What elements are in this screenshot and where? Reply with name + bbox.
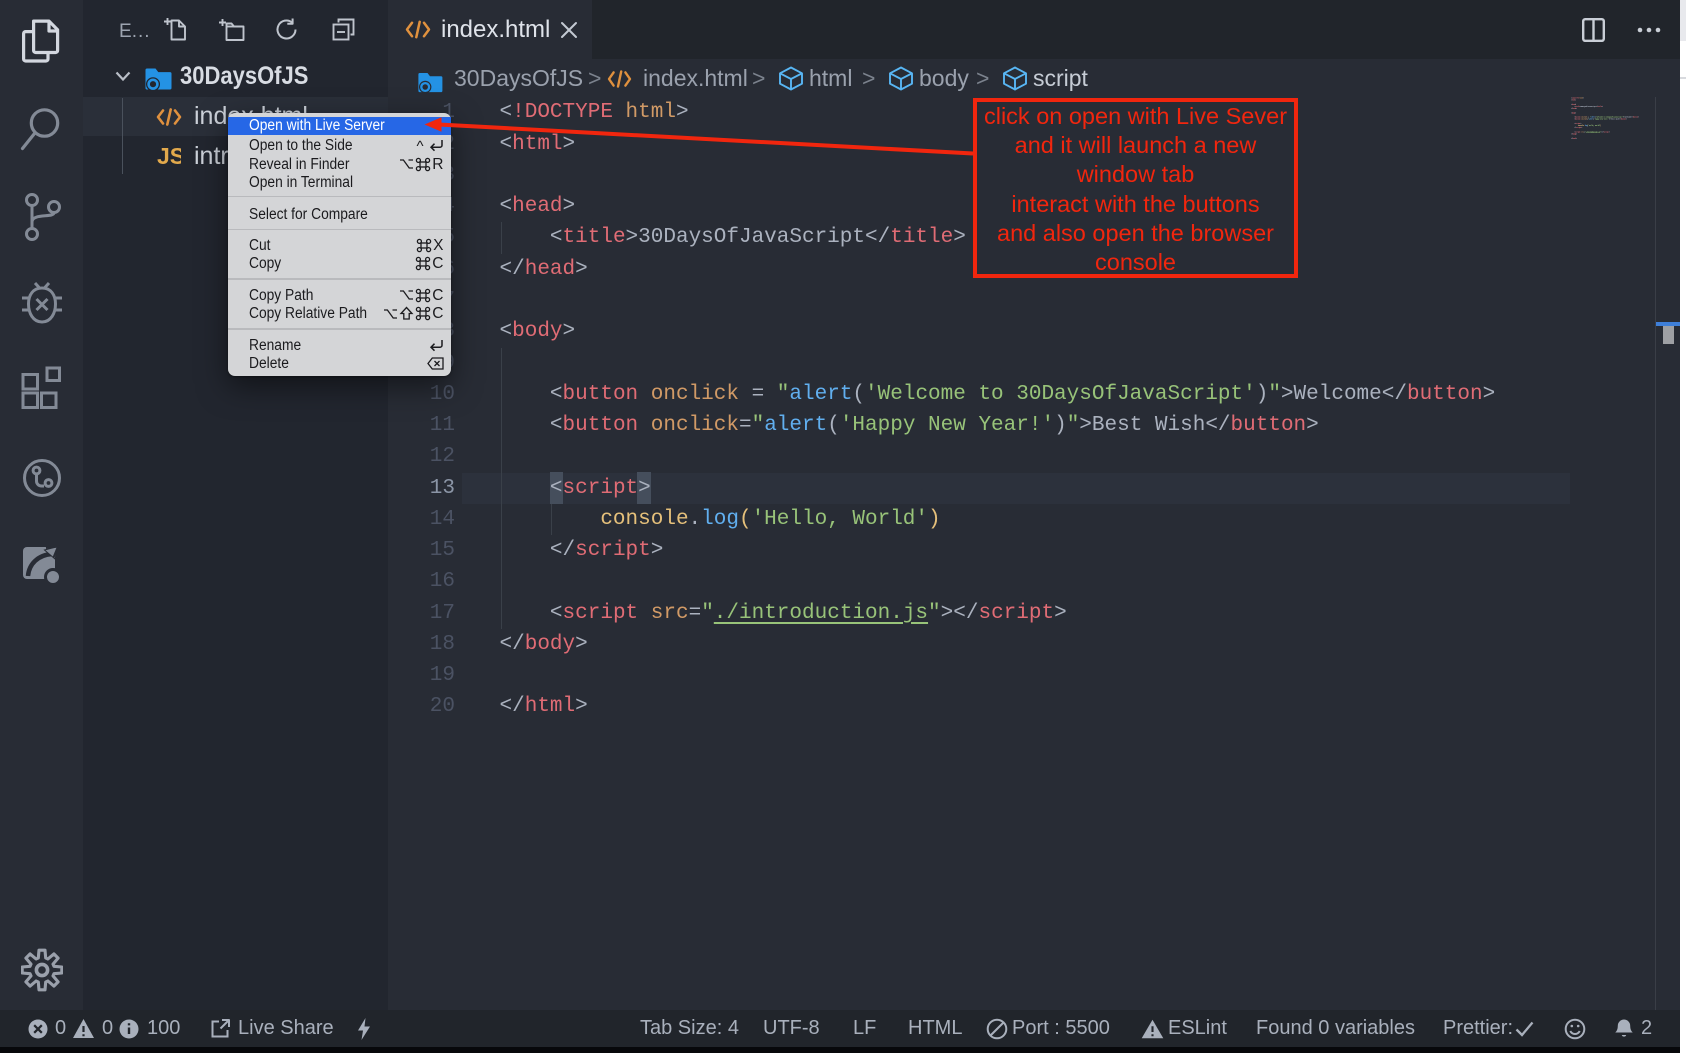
svg-text:JS: JS xyxy=(157,145,181,167)
